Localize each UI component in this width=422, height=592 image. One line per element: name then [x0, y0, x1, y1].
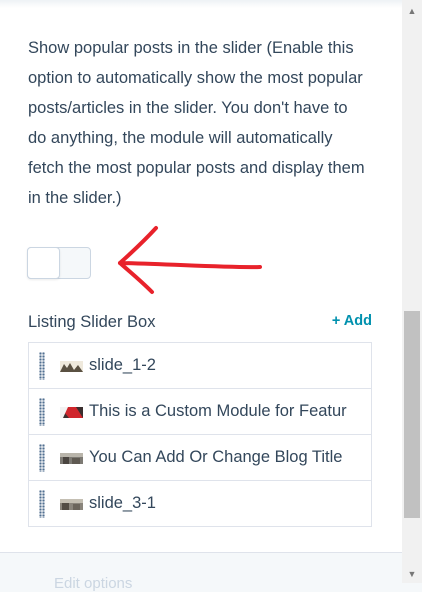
popular-posts-description: Show popular posts in the slider (Enable… — [28, 39, 365, 207]
list-item[interactable]: slide_1-2 — [29, 343, 371, 389]
drag-handle-icon[interactable] — [39, 398, 45, 426]
list-item[interactable]: You Can Add Or Change Blog Title — [29, 435, 371, 481]
drag-handle-icon[interactable] — [39, 490, 45, 518]
scrollbar-thumb[interactable] — [404, 311, 420, 518]
listing-slider-title: Listing Slider Box — [28, 313, 156, 331]
listing-slider-header: Listing Slider Box + Add — [28, 310, 372, 334]
red-banner-thumbnail-icon — [60, 407, 83, 418]
scroll-up-arrow-icon[interactable]: ▲ — [402, 2, 422, 20]
vertical-scrollbar[interactable]: ▲ ▼ — [402, 0, 422, 583]
photo-thumbnail-icon — [60, 453, 83, 464]
drag-handle-icon[interactable] — [39, 352, 45, 380]
list-item-label: You Can Add Or Change Blog Title — [89, 448, 343, 466]
popular-posts-toggle[interactable] — [27, 247, 91, 279]
scroll-down-arrow-icon[interactable]: ▼ — [402, 565, 422, 583]
panel-top-shadow — [0, 0, 402, 8]
list-item-label: slide_3-1 — [89, 494, 156, 512]
list-item[interactable]: This is a Custom Module for Featur — [29, 389, 371, 435]
list-item-label: slide_1-2 — [89, 356, 156, 374]
settings-panel: Show popular posts in the slider (Enable… — [0, 0, 402, 592]
list-item-label: This is a Custom Module for Featur — [89, 402, 347, 420]
drag-handle-icon[interactable] — [39, 444, 45, 472]
landscape-thumbnail-icon — [60, 361, 83, 372]
edit-options-label[interactable]: Edit options — [54, 575, 132, 592]
slide-list: slide_1-2 This is a Custom Module for Fe… — [28, 342, 372, 527]
toggle-knob[interactable] — [27, 247, 60, 279]
annotation-arrow-icon — [118, 226, 262, 294]
add-slide-button[interactable]: + Add — [332, 313, 372, 329]
photo-thumbnail-icon — [60, 499, 83, 510]
list-item[interactable]: slide_3-1 — [29, 481, 371, 526]
